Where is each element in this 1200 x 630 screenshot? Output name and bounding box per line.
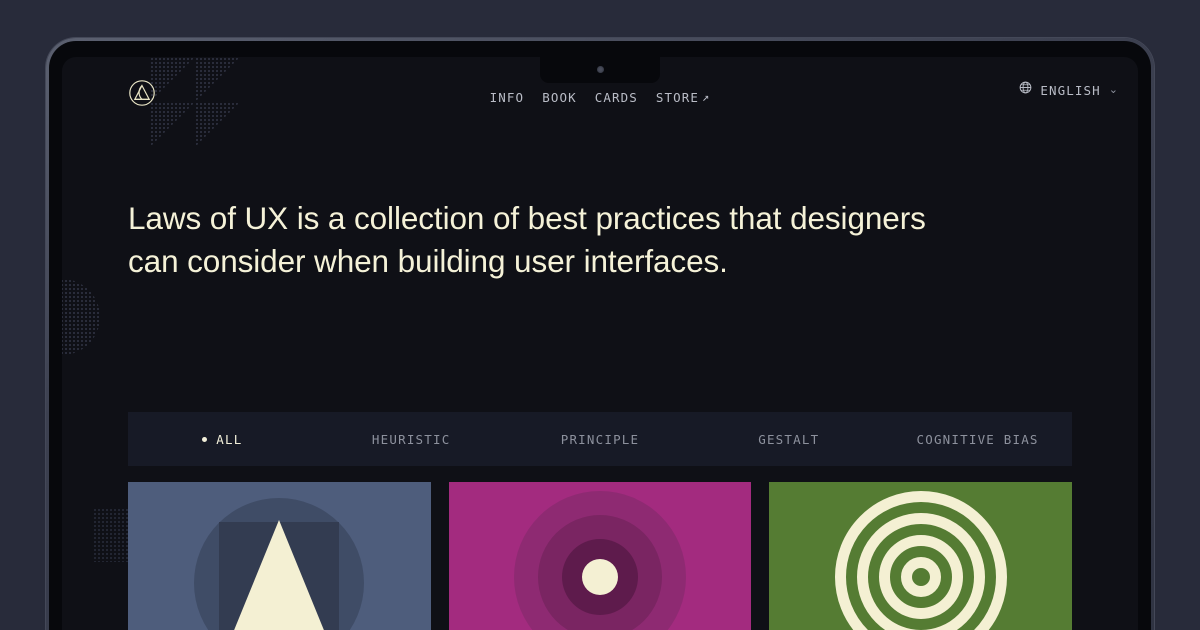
- globe-icon: [1019, 81, 1032, 99]
- triangle-shape: [217, 520, 342, 630]
- page-title: Laws of UX is a collection of best pract…: [128, 197, 1028, 284]
- law-card-blue-triangle[interactable]: [128, 482, 431, 630]
- card-artwork: [128, 482, 431, 630]
- nav-item-info[interactable]: INFO: [490, 90, 525, 105]
- filter-label: GESTALT: [758, 431, 820, 447]
- active-dot-icon: [202, 436, 208, 442]
- filter-label: COGNITIVE BIAS: [916, 431, 1039, 447]
- browser-screen: INFO BOOK CARDS STORE ↗ ENGLISH ⌄ Laws o…: [62, 57, 1138, 630]
- laptop-camera-notch: [540, 57, 660, 83]
- chevron-down-icon: ⌄: [1108, 83, 1118, 96]
- headline-line-1: Laws of UX is a collection of best pract…: [128, 200, 926, 236]
- nav-label: BOOK: [542, 89, 577, 105]
- circle-center-dot: [582, 559, 618, 595]
- nav-label: INFO: [489, 89, 525, 105]
- category-filter-bar: ALL HEURISTIC PRINCIPLE GESTALT COGNITIV…: [128, 412, 1072, 466]
- filter-principle[interactable]: PRINCIPLE: [506, 432, 695, 447]
- language-selector[interactable]: ENGLISH ⌄: [1019, 81, 1118, 99]
- filter-label: PRINCIPLE: [560, 431, 640, 447]
- law-card-green-target[interactable]: [769, 482, 1073, 630]
- dotted-half-circle-decoration: [62, 279, 100, 355]
- filter-all[interactable]: ALL: [128, 432, 317, 447]
- nav-label: STORE: [655, 89, 699, 105]
- filter-label: ALL: [216, 431, 243, 447]
- filter-heuristic[interactable]: HEURISTIC: [317, 432, 506, 447]
- language-value: ENGLISH: [1040, 82, 1101, 98]
- headline-line-2: can consider when building user interfac…: [128, 243, 728, 280]
- nav-item-store[interactable]: STORE ↗: [656, 90, 710, 105]
- filter-cognitive-bias[interactable]: COGNITIVE BIAS: [883, 432, 1072, 447]
- filter-gestalt[interactable]: GESTALT: [694, 432, 883, 447]
- nav-label: CARDS: [594, 89, 638, 105]
- external-link-arrow-icon: ↗: [701, 90, 711, 104]
- card-artwork: [449, 482, 752, 630]
- hero-section: Laws of UX is a collection of best pract…: [128, 197, 1028, 284]
- nav-item-cards[interactable]: CARDS: [595, 90, 638, 105]
- nav-item-book[interactable]: BOOK: [542, 90, 577, 105]
- law-card-grid: [128, 482, 1073, 630]
- target-ring-4: [900, 557, 941, 597]
- scene: INFO BOOK CARDS STORE ↗ ENGLISH ⌄ Laws o…: [0, 0, 1200, 630]
- filter-label: HEURISTIC: [371, 431, 451, 447]
- law-card-magenta-rings[interactable]: [448, 482, 752, 630]
- camera-icon: [596, 66, 604, 73]
- card-artwork: [769, 482, 1072, 630]
